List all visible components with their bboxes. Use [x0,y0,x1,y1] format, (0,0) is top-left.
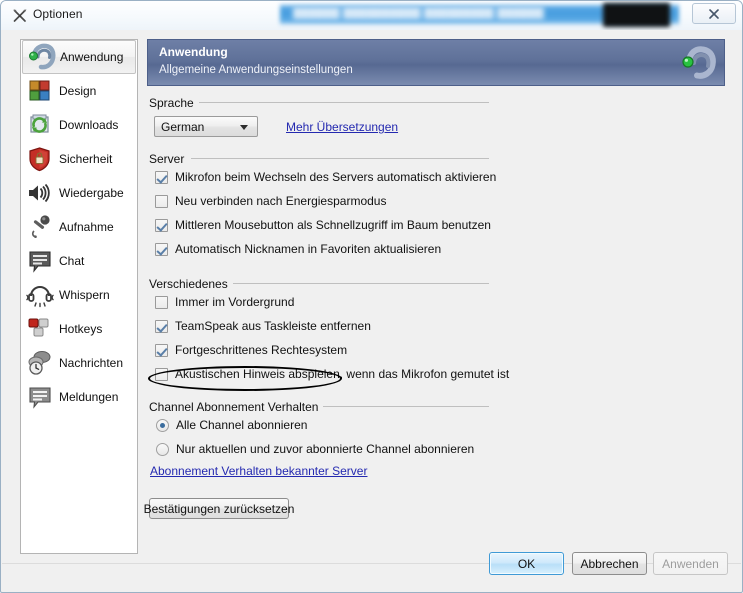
sidebar-item-label: Sicherheit [59,152,113,166]
radio-label: Nur aktuellen und zuvor abonnierte Chann… [176,442,475,456]
sidebar-item-aufnahme[interactable]: Aufnahme [22,210,136,244]
close-icon [709,8,719,19]
sidebar-item-sicherheit[interactable]: Sicherheit [22,142,136,176]
download-refresh-icon [25,111,55,139]
notification-bubble-icon [25,383,55,411]
sidebar-item-whispern[interactable]: Whispern [22,278,136,312]
checkbox-neu-verbinden[interactable] [155,194,168,208]
checkbox-taskleiste[interactable] [155,319,168,333]
checkbox-row-immer-vordergrund[interactable]: Immer im Vordergrund [155,295,294,309]
group-rule-sprache [199,102,489,103]
language-select-value: German [161,119,205,134]
sidebar-item-label: Whispern [59,288,110,302]
radio-row-nur-aktuellen[interactable]: Nur aktuellen und zuvor abonnierte Chann… [156,442,474,456]
checkbox-label: Mittleren Mousebutton als Schnellzugriff… [175,218,491,232]
chevron-down-icon [240,125,248,130]
panel-title: Anwendung [159,45,228,59]
color-tiles-icon [25,77,55,105]
checkbox-label: TeamSpeak aus Taskleiste entfernen [175,319,371,333]
sidebar-item-downloads[interactable]: Downloads [22,108,136,142]
group-label-server: Server [149,152,190,166]
checkbox-row-taskleiste[interactable]: TeamSpeak aus Taskleiste entfernen [155,319,371,333]
chat-bubble-icon [25,247,55,275]
close-button[interactable] [692,3,736,24]
shield-lock-icon [25,145,55,173]
sidebar-item-label: Downloads [59,118,119,132]
checkbox-label: Automatisch Nicknamen in Favoriten aktua… [175,242,442,256]
radio-alle-channel[interactable] [156,418,169,432]
sidebar-item-label: Aufnahme [59,220,114,234]
checkbox-label: Neu verbinden nach Energiesparmodus [175,194,387,208]
more-translations-link[interactable]: Mehr Übersetzungen [286,120,398,134]
group-rule-verschiedenes [233,283,489,284]
group-label-channel: Channel Abonnement Verhalten [149,400,324,414]
sidebar-item-label: Anwendung [60,50,124,64]
checkbox-rechtesystem[interactable] [155,343,168,357]
group-rule-channel [317,406,489,407]
panel-subtitle: Allgemeine Anwendungseinstellungen [159,64,353,76]
headphone-logo-icon [26,43,56,71]
checkbox-label: Immer im Vordergrund [175,295,295,309]
checkbox-label: Mikrofon beim Wechseln des Servers autom… [175,170,497,184]
panel-header: Anwendung Allgemeine Anwendungseinstellu… [147,39,725,86]
window-title: Optionen [33,7,83,21]
microphone-icon [25,213,55,241]
keyboard-keys-icon [25,315,55,343]
checkbox-mikrofon-wechsel[interactable] [155,170,168,184]
tools-icon [13,9,27,22]
checkbox-label: Akustischen Hinweis abspielen, wenn das … [175,367,510,381]
checkbox-row-mikrofon-wechsel[interactable]: Mikrofon beim Wechseln des Servers autom… [155,170,496,184]
radio-label: Alle Channel abonnieren [176,418,308,432]
group-label-verschiedenes: Verschiedenes [149,277,233,291]
headset-icon [25,281,55,309]
reset-confirmations-button[interactable]: Bestätigungen zurücksetzen [144,498,294,519]
title-bar: ██████ ██████████ █████████ ██████ Optio… [1,1,742,30]
sidebar-item-wiedergabe[interactable]: Wiedergabe [22,176,136,210]
sidebar-item-label: Wiedergabe [59,186,124,200]
checkbox-row-rechtesystem[interactable]: Fortgeschrittenes Rechtesystem [155,343,347,357]
message-clock-icon [25,349,55,377]
apply-button[interactable]: Anwenden [653,552,728,575]
known-servers-subscription-link[interactable]: Abonnement Verhalten bekannter Server [150,464,367,478]
checkbox-row-akustischer-hinweis[interactable]: Akustischen Hinweis abspielen, wenn das … [155,367,509,381]
radio-nur-aktuellen[interactable] [156,442,169,456]
options-window: ██████ ██████████ █████████ ██████ Optio… [0,0,743,593]
sidebar-item-anwendung[interactable]: Anwendung [22,40,136,74]
sidebar-item-hotkeys[interactable]: Hotkeys [22,312,136,346]
cancel-button[interactable]: Abbrechen [572,552,647,575]
settings-content-panel: Anwendung Allgemeine Anwendungseinstellu… [144,39,725,554]
sidebar-item-label: Hotkeys [59,322,103,336]
group-rule-server [191,158,489,159]
checkbox-nicknamen[interactable] [155,242,168,256]
sidebar-item-chat[interactable]: Chat [22,244,136,278]
checkbox-row-neu-verbinden[interactable]: Neu verbinden nach Energiesparmodus [155,194,386,208]
language-select[interactable]: German [154,116,258,137]
background-window-title-blurred: ██████ ██████████ █████████ ██████ [293,7,544,19]
sidebar-item-label: Meldungen [59,390,119,404]
teamspeak-logo-icon [682,46,716,79]
ok-button[interactable]: OK [489,552,564,575]
speaker-icon [25,179,55,207]
checkbox-label: Fortgeschrittenes Rechtesystem [175,343,348,357]
checkbox-akustischer-hinweis[interactable] [155,367,168,381]
sidebar-item-label: Nachrichten [59,356,124,370]
settings-category-list[interactable]: Anwendung Design Downloads Sicherheit Wi… [20,39,138,554]
sidebar-item-meldungen[interactable]: Meldungen [22,380,136,414]
sidebar-item-design[interactable]: Design [22,74,136,108]
checkbox-mousebutton[interactable] [155,218,168,232]
sidebar-item-label: Chat [59,254,85,268]
radio-row-alle-channel[interactable]: Alle Channel abonnieren [156,418,307,432]
client-area: Anwendung Design Downloads Sicherheit Wi… [2,30,741,592]
sidebar-item-label: Design [59,84,97,98]
checkbox-row-nicknamen[interactable]: Automatisch Nicknamen in Favoriten aktua… [155,242,441,256]
checkbox-immer-vordergrund[interactable] [155,295,168,309]
redaction-box [603,3,670,27]
sidebar-item-nachrichten[interactable]: Nachrichten [22,346,136,380]
group-label-sprache: Sprache [149,96,199,110]
checkbox-row-mousebutton[interactable]: Mittleren Mousebutton als Schnellzugriff… [155,218,491,232]
